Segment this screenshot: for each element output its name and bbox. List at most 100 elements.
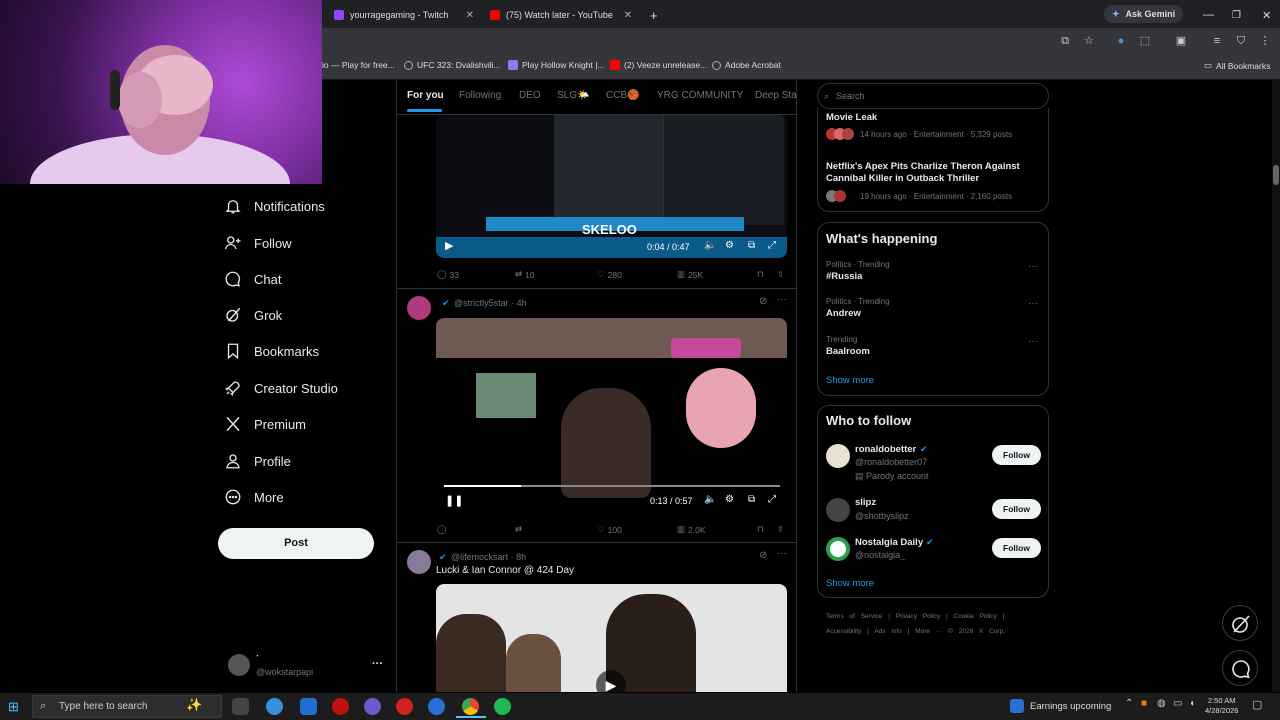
windows-start-icon[interactable]: ⊞ xyxy=(8,699,19,715)
show-more-link[interactable]: Show more xyxy=(826,375,874,386)
scrollbar-thumb[interactable] xyxy=(1273,165,1279,185)
trend-more-icon[interactable]: ··· xyxy=(1028,298,1038,309)
repost-button[interactable]: ⇄ 10 xyxy=(515,269,535,280)
grok-icon[interactable]: ⊘ xyxy=(759,550,767,561)
like-button[interactable]: ♡ 100 xyxy=(597,524,622,535)
share-icon[interactable]: ⇪ xyxy=(777,269,784,280)
tweet-video[interactable]: ▶ xyxy=(436,584,787,692)
trend-name[interactable]: #Russia xyxy=(826,271,862,282)
tab-deo[interactable]: DEO xyxy=(519,90,541,101)
reply-button[interactable]: ◯ 33 xyxy=(437,269,459,280)
reply-button[interactable]: ◯ xyxy=(437,524,447,535)
star-icon[interactable]: ☆ xyxy=(1082,34,1096,48)
bookmark-item[interactable]: Adobe Acrobat xyxy=(712,60,781,70)
tray-app-icon[interactable]: ◍ xyxy=(1157,698,1166,709)
tweet-handle[interactable]: @strictly5star · 4h xyxy=(454,298,527,308)
bookmark-item[interactable]: (2) Veeze unrelease... xyxy=(610,60,707,70)
like-button[interactable]: ♡ 280 xyxy=(597,269,622,280)
author-avatar[interactable] xyxy=(407,296,431,320)
views-button[interactable]: ▥ 25K xyxy=(677,269,703,280)
bookmark-item[interactable]: Play Hollow Knight |... xyxy=(508,60,605,70)
task-view-icon[interactable] xyxy=(232,698,249,715)
show-more-link[interactable]: Show more xyxy=(826,578,874,589)
tab-following[interactable]: Following xyxy=(459,90,501,101)
volume-icon[interactable]: 🔈 xyxy=(704,494,716,505)
ask-gemini-button[interactable]: ✦ Ask Gemini xyxy=(1104,5,1184,23)
news-widget-icon[interactable] xyxy=(1010,699,1024,713)
sidepanel-icon[interactable]: ▣ xyxy=(1174,34,1188,48)
spotify-icon[interactable] xyxy=(494,698,511,715)
footer-link[interactable]: Cookie Policy xyxy=(954,613,997,620)
nav-profile[interactable]: Profile xyxy=(224,448,291,474)
install-icon[interactable]: ⧉ xyxy=(1058,34,1072,48)
extension-icon[interactable]: ● xyxy=(1114,34,1128,48)
play-icon[interactable]: ▶ xyxy=(596,670,626,692)
follow-name[interactable]: ronaldobetter xyxy=(855,444,916,455)
account-avatar[interactable] xyxy=(228,654,250,676)
bookmark-item[interactable]: io — Play for free... xyxy=(322,60,395,70)
pip-icon[interactable]: ⧉ xyxy=(748,240,755,251)
settings-icon[interactable]: ⚙ xyxy=(725,494,734,505)
close-window-icon[interactable]: ✕ xyxy=(1254,4,1279,26)
volume-icon[interactable]: 🔈 xyxy=(704,240,716,251)
app-icon[interactable] xyxy=(396,698,413,715)
play-icon[interactable]: ▶ xyxy=(445,239,453,252)
follow-name[interactable]: Nostalgia Daily xyxy=(855,537,923,548)
follow-avatar[interactable] xyxy=(826,537,850,561)
share-icon[interactable]: ⇪ xyxy=(777,524,784,535)
nav-more[interactable]: More xyxy=(224,484,284,510)
repost-button[interactable]: ⇄ xyxy=(515,524,522,535)
trend-more-icon[interactable]: ··· xyxy=(1028,336,1038,347)
close-icon[interactable]: ✕ xyxy=(624,10,632,21)
author-avatar[interactable] xyxy=(407,550,431,574)
nav-bookmarks[interactable]: Bookmarks xyxy=(224,338,319,364)
nav-notifications[interactable]: Notifications xyxy=(224,193,325,219)
news-title[interactable]: Netflix's Apex Pits Charlize Theron Agai… xyxy=(826,161,1036,185)
tab-twitch[interactable]: yourragegaming - Twitch ✕ xyxy=(326,4,480,26)
tweet-video[interactable]: ❚❚ 0:13 / 0:57 🔈 ⚙ ⧉ ⤢ xyxy=(436,318,787,514)
network-icon[interactable]: ▭ xyxy=(1173,698,1182,709)
bookmark-item[interactable]: UFC 323: Dvalishvili... xyxy=(404,60,501,70)
nav-follow[interactable]: Follow xyxy=(224,230,292,256)
tab-youtube[interactable]: (75) Watch later - YouTube ✕ xyxy=(482,4,638,26)
tab-for-you[interactable]: For you xyxy=(407,90,444,101)
nav-grok[interactable]: Grok xyxy=(224,302,282,328)
shield-icon[interactable]: ⛉ xyxy=(1234,34,1248,48)
edge-icon[interactable] xyxy=(266,698,283,715)
nav-chat[interactable]: Chat xyxy=(224,266,281,292)
follow-button[interactable]: Follow xyxy=(992,499,1041,519)
app-icon[interactable] xyxy=(332,698,349,715)
nav-premium[interactable]: Premium xyxy=(224,411,306,437)
bookmark-tweet-icon[interactable]: ⊓ xyxy=(757,269,764,280)
trend-name[interactable]: Andrew xyxy=(826,308,861,319)
follow-name[interactable]: slipz xyxy=(855,497,876,508)
post-button[interactable]: Post xyxy=(218,528,374,559)
app-icon[interactable] xyxy=(428,698,445,715)
grok-icon[interactable]: ⊘ xyxy=(759,296,767,307)
follow-button[interactable]: Follow xyxy=(992,538,1041,558)
settings-icon[interactable]: ⚙ xyxy=(725,240,734,251)
footer-link[interactable]: Privacy Policy xyxy=(896,613,940,620)
footer-link[interactable]: Ads info xyxy=(874,628,902,635)
menu-icon[interactable]: ⋮ xyxy=(1258,34,1272,48)
volume-icon[interactable]: ◖ xyxy=(1189,698,1195,709)
tweet-video[interactable]: SKELOO ▶ 0:04 / 0:47 🔈 ⚙ ⧉ ⤢ xyxy=(436,115,787,258)
notification-center-icon[interactable]: ▢ xyxy=(1252,698,1262,711)
tweet-more-icon[interactable]: ··· xyxy=(777,294,787,305)
app-icon[interactable] xyxy=(300,698,317,715)
maximize-icon[interactable]: ❐ xyxy=(1224,4,1249,26)
footer-link[interactable]: Terms of Service xyxy=(826,613,882,620)
tab-yrg-community[interactable]: YRG COMMUNITY xyxy=(657,90,743,101)
app-icon[interactable] xyxy=(364,698,381,715)
news-title[interactable]: Movie Leak xyxy=(826,112,877,123)
tray-chevron-icon[interactable]: ⌃ xyxy=(1125,698,1133,709)
tab-deep-stat[interactable]: Deep Stat xyxy=(755,90,796,101)
puzzle-icon[interactable]: ⬚ xyxy=(1138,34,1152,48)
follow-button[interactable]: Follow xyxy=(992,445,1041,465)
tray-app-icon[interactable]: ■ xyxy=(1141,698,1147,709)
tweet-handle[interactable]: @lifemocksart · 8h xyxy=(451,552,526,562)
earnings-widget[interactable]: Earnings upcoming xyxy=(1030,701,1111,712)
grok-fab[interactable] xyxy=(1222,605,1258,641)
new-tab-button[interactable]: + xyxy=(642,4,666,26)
all-bookmarks[interactable]: ▭ All Bookmarks xyxy=(1204,60,1270,71)
